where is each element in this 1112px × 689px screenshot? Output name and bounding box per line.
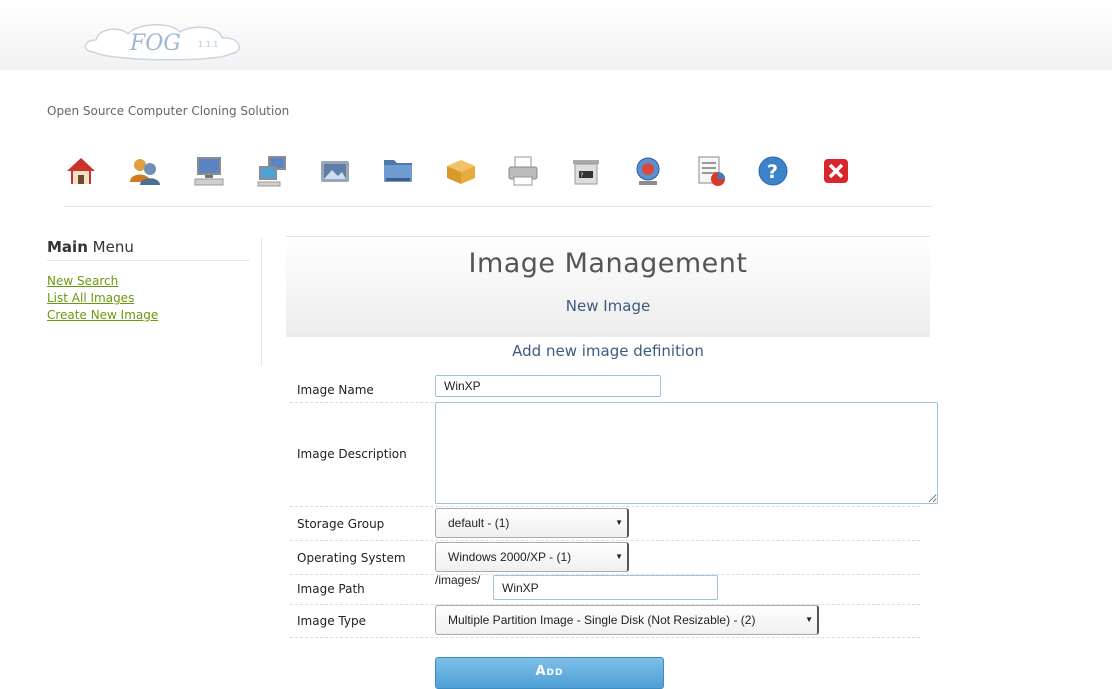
menu-new-search[interactable]: New Search [47,273,261,290]
image-description-input[interactable] [435,402,938,504]
service-icon[interactable]: ? [569,154,603,188]
chevron-down-icon: ▼ [615,552,623,561]
logo-text: FOG [129,31,181,56]
snapins-icon[interactable] [444,154,478,188]
printers-icon[interactable] [506,154,540,188]
logo-version: 1.1.1 [198,40,218,49]
image-path-prefix: /images/ [435,573,481,587]
home-icon[interactable] [64,154,98,188]
page-banner: Image Management New Image [286,236,930,337]
tasks-icon[interactable] [631,154,665,188]
chevron-down-icon: ▼ [615,518,623,527]
page-subtitle: New Image [565,297,651,315]
svg-text:?: ? [767,161,778,183]
image-name-input[interactable] [435,375,661,397]
storage-group-select[interactable]: default - (1) ▼ [435,508,629,538]
image-path-label: Image Path [297,582,365,596]
row-operating-system: Operating System Windows 2000/XP - (1) ▼ [290,541,920,575]
image-name-label: Image Name [297,383,374,397]
storage-icon[interactable] [381,154,415,188]
groups-icon[interactable] [256,154,290,188]
form-heading: Add new image definition [512,342,704,360]
host-icon[interactable] [192,154,226,188]
fog-logo[interactable]: FOG 1.1.1 [80,18,250,66]
row-image-type: Image Type Multiple Partition Image - Si… [290,604,920,638]
operating-system-label: Operating System [297,551,406,565]
add-button[interactable]: Add [435,657,664,689]
chevron-down-icon: ▼ [805,615,813,624]
row-image-name: Image Name [290,374,920,403]
image-description-label: Image Description [297,447,407,461]
storage-group-label: Storage Group [297,517,385,531]
svg-text:?: ? [580,172,584,179]
row-image-description: Image Description [290,402,938,507]
image-type-label: Image Type [297,614,366,628]
row-image-path: Image Path /images/ [290,573,920,605]
help-icon[interactable]: ? [756,154,790,188]
images-icon[interactable] [318,154,352,188]
tagline: Open Source Computer Cloning Solution [47,104,290,118]
row-storage-group: Storage Group default - (1) ▼ [290,507,920,541]
operating-system-select[interactable]: Windows 2000/XP - (1) ▼ [435,542,629,572]
logout-icon[interactable] [819,154,853,188]
image-type-select[interactable]: Multiple Partition Image - Single Disk (… [435,605,819,635]
menu-create-new-image[interactable]: Create New Image [47,307,261,324]
users-icon[interactable] [128,154,162,188]
main-menu: Main Menu New Search List All Images Cre… [47,238,262,366]
reports-icon[interactable] [694,154,728,188]
main-menu-title: Main Menu [47,238,250,261]
image-path-input[interactable] [493,575,718,600]
main-toolbar: ? ? [64,154,932,207]
page-title: Image Management [468,248,748,279]
menu-list-all-images[interactable]: List All Images [47,290,261,307]
